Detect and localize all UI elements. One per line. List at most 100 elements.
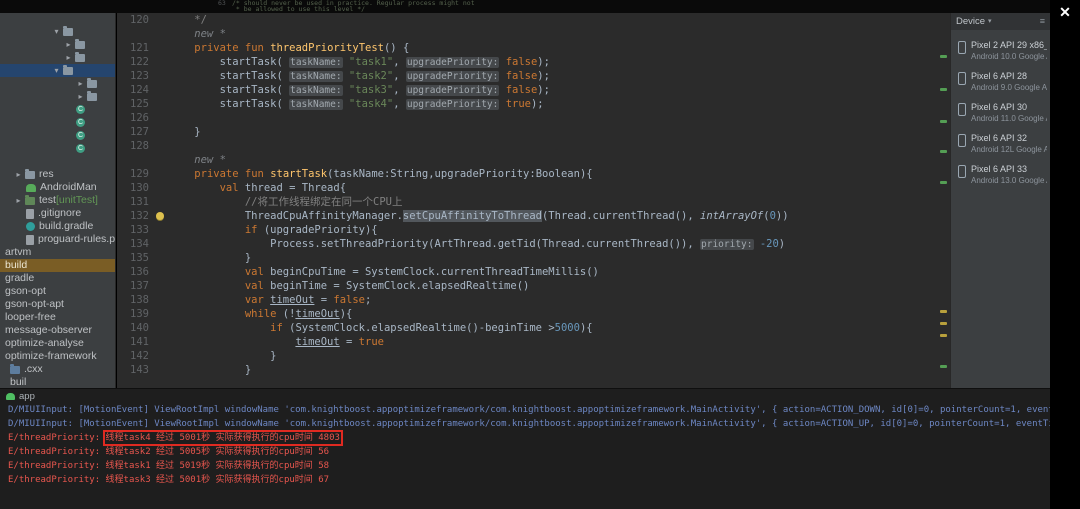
tree-item-proguard-rules-pro[interactable]: proguard-rules.pro	[0, 233, 115, 246]
line-number[interactable]: 122	[117, 55, 153, 69]
tree-item-stub[interactable]: ▸	[0, 38, 115, 51]
tree-item-stub[interactable]: ▾	[0, 25, 115, 38]
device-item[interactable]: Pixel 2 API 29 x86_64Android 10.0 Google…	[951, 36, 1050, 67]
chevron-expanded-icon[interactable]: ▾	[52, 25, 61, 38]
tree-item-gson-opt[interactable]: gson-opt	[0, 285, 115, 298]
stripe-mark[interactable]	[940, 120, 947, 123]
stripe-mark[interactable]	[940, 55, 947, 58]
code-line[interactable]: new *	[117, 27, 950, 41]
code-line[interactable]: 130 val thread = Thread{	[117, 181, 950, 195]
code-line[interactable]: 122 startTask( taskName: "task1", upgrad…	[117, 55, 950, 69]
code-line[interactable]: 124 startTask( taskName: "task3", upgrad…	[117, 83, 950, 97]
line-number[interactable]: 128	[117, 139, 153, 153]
code-line[interactable]: 141 timeOut = true	[117, 335, 950, 349]
code-line[interactable]: 132 ThreadCpuAffinityManager.setCpuAffin…	[117, 209, 950, 223]
code-line[interactable]: new *	[117, 153, 950, 167]
line-number[interactable]	[117, 153, 153, 167]
chevron-collapsed-icon[interactable]: ▸	[76, 77, 85, 90]
stripe-mark[interactable]	[940, 365, 947, 368]
tree-item-stub[interactable]	[0, 155, 115, 168]
tree-item-stub[interactable]: ▸	[0, 90, 115, 103]
code-line[interactable]: 126	[117, 111, 950, 125]
code-line[interactable]: 129 private fun startTask(taskName:Strin…	[117, 167, 950, 181]
line-number[interactable]: 126	[117, 111, 153, 125]
tree-item-artvm[interactable]: artvm	[0, 246, 115, 259]
tree-item-optimize-analyse[interactable]: optimize-analyse	[0, 337, 115, 350]
line-number[interactable]: 129	[117, 167, 153, 181]
stripe-mark[interactable]	[940, 88, 947, 91]
stripe-mark[interactable]	[940, 310, 947, 313]
code-line[interactable]: 127 }	[117, 125, 950, 139]
code-line[interactable]: 136 val beginCpuTime = SystemClock.curre…	[117, 265, 950, 279]
code-line[interactable]: 138 var timeOut = false;	[117, 293, 950, 307]
code-line[interactable]: 135 }	[117, 251, 950, 265]
device-menu-icon[interactable]: ≡	[1040, 13, 1045, 30]
line-number[interactable]: 137	[117, 279, 153, 293]
tree-item-stub[interactable]: C	[0, 129, 115, 142]
code-editor[interactable]: 120 */ new *121 private fun threadPriori…	[117, 13, 950, 388]
line-number[interactable]: 120	[117, 13, 153, 27]
code-line[interactable]: 140 if (SystemClock.elapsedRealtime()-be…	[117, 321, 950, 335]
tree-item-androidman[interactable]: AndroidMan	[0, 181, 115, 194]
tree-item-stub[interactable]: ▾	[0, 64, 115, 77]
close-icon[interactable]: ✕	[1054, 2, 1076, 22]
line-number[interactable]: 123	[117, 69, 153, 83]
chevron-down-icon[interactable]: ▾	[988, 13, 992, 30]
stripe-mark[interactable]	[940, 181, 947, 184]
line-number[interactable]: 136	[117, 265, 153, 279]
tree-item--cxx[interactable]: .cxx	[0, 363, 115, 376]
tree-item-buil[interactable]: buil	[0, 376, 115, 388]
tree-item-gson-opt-apt[interactable]: gson-opt-apt	[0, 298, 115, 311]
line-number[interactable]: 141	[117, 335, 153, 349]
line-number[interactable]: 143	[117, 363, 153, 377]
tree-item-stub[interactable]: C	[0, 103, 115, 116]
code-line[interactable]: 128	[117, 139, 950, 153]
intention-bulb-icon[interactable]	[156, 212, 164, 220]
line-number[interactable]: 134	[117, 237, 153, 251]
device-item[interactable]: Pixel 6 API 33Android 13.0 Google A	[951, 160, 1050, 191]
line-number[interactable]: 125	[117, 97, 153, 111]
code-line[interactable]: 134 Process.setThreadPriority(ArtThread.…	[117, 237, 950, 251]
line-number[interactable]: 130	[117, 181, 153, 195]
chevron-collapsed-icon[interactable]: ▸	[64, 51, 73, 64]
line-number[interactable]: 135	[117, 251, 153, 265]
tree-item-test[interactable]: ▸test [unitTest]	[0, 194, 115, 207]
tree-item-stub[interactable]: ▸	[0, 77, 115, 90]
device-item[interactable]: Pixel 6 API 32Android 12L Google A	[951, 129, 1050, 160]
tree-item--gitignore[interactable]: .gitignore	[0, 207, 115, 220]
line-number[interactable]: 121	[117, 41, 153, 55]
line-number[interactable]: 133	[117, 223, 153, 237]
tree-item-stub[interactable]: C	[0, 116, 115, 129]
line-number[interactable]: 138	[117, 293, 153, 307]
code-line[interactable]: 139 while (!timeOut){	[117, 307, 950, 321]
tree-item-build[interactable]: build	[0, 259, 115, 272]
chevron-collapsed-icon[interactable]: ▸	[64, 38, 73, 51]
stripe-mark[interactable]	[940, 322, 947, 325]
line-number[interactable]: 142	[117, 349, 153, 363]
code-line[interactable]: 120 */	[117, 13, 950, 27]
chevron-collapsed-icon[interactable]: ▸	[14, 168, 23, 181]
chevron-expanded-icon[interactable]: ▾	[52, 64, 61, 77]
code-line[interactable]: 123 startTask( taskName: "task2", upgrad…	[117, 69, 950, 83]
tree-item-looper-free[interactable]: looper-free	[0, 311, 115, 324]
tree-item-stub[interactable]: ▸	[0, 51, 115, 64]
code-line[interactable]: 125 startTask( taskName: "task4", upgrad…	[117, 97, 950, 111]
line-number[interactable]: 140	[117, 321, 153, 335]
line-number[interactable]	[117, 27, 153, 41]
line-number[interactable]: 131	[117, 195, 153, 209]
code-line[interactable]: 121 private fun threadPriorityTest() {	[117, 41, 950, 55]
stripe-mark[interactable]	[940, 334, 947, 337]
line-number[interactable]: 124	[117, 83, 153, 97]
chevron-collapsed-icon[interactable]: ▸	[76, 90, 85, 103]
code-line[interactable]: 133 if (upgradePriority){	[117, 223, 950, 237]
line-number[interactable]: 139	[117, 307, 153, 321]
tree-item-build-gradle[interactable]: build.gradle	[0, 220, 115, 233]
device-item[interactable]: Pixel 6 API 30Android 11.0 Google A	[951, 98, 1050, 129]
code-line[interactable]: 137 val beginTime = SystemClock.elapsedR…	[117, 279, 950, 293]
code-line[interactable]: 142 }	[117, 349, 950, 363]
chevron-collapsed-icon[interactable]: ▸	[14, 194, 23, 207]
tree-item-message-observer[interactable]: message-observer	[0, 324, 115, 337]
tree-item-gradle[interactable]: gradle	[0, 272, 115, 285]
device-panel-header[interactable]: Device ▾ ≡	[951, 13, 1050, 30]
tree-item-res[interactable]: ▸res	[0, 168, 115, 181]
